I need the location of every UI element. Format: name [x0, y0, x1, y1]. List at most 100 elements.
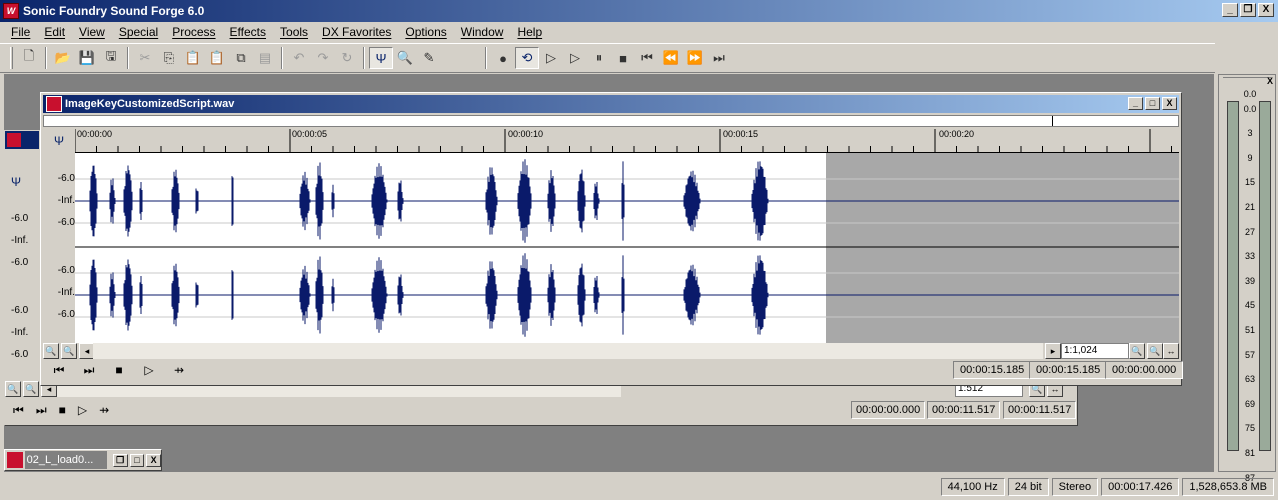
minimized-data-window[interactable]: 02_L_load0... ❐ □ X [4, 449, 162, 471]
loop-playback-icon[interactable]: ⟲ [515, 47, 539, 69]
back-play-icon[interactable]: ▷ [78, 403, 87, 418]
back-selection-start[interactable]: 00:00:00.000 [851, 401, 926, 419]
db-label: -Inf. [11, 327, 29, 338]
trim-crop-icon[interactable]: ▤ [253, 47, 277, 69]
play-icon[interactable]: ▷ [563, 47, 587, 69]
back-zoom-in-button[interactable]: 🔍 [5, 381, 21, 397]
rewind-icon[interactable]: ⏪ [659, 47, 683, 69]
front-play-icon[interactable]: ▷ [139, 363, 159, 381]
minimized-maximize-button[interactable]: □ [129, 453, 145, 467]
app-restore-button[interactable]: ❐ [1240, 3, 1256, 17]
status-length[interactable]: 00:00:17.426 [1101, 478, 1180, 496]
save-icon[interactable]: 💾 [75, 47, 99, 69]
app-minimize-button[interactable]: _ [1222, 3, 1238, 17]
front-zoom-out-time-button[interactable]: 🔍 [1147, 343, 1163, 359]
menu-help[interactable]: Help [510, 25, 549, 39]
meter-label: 3 [1247, 128, 1253, 139]
status-channels[interactable]: Stereo [1051, 478, 1099, 496]
front-selection-length[interactable]: 00:00:00.000 [1105, 361, 1184, 379]
play-all-icon[interactable]: ▷ [539, 47, 563, 69]
menu-effects[interactable]: Effects [223, 25, 273, 39]
toolbar-separator [281, 47, 283, 69]
status-sample-rate[interactable]: 44,100 Hz [940, 478, 1005, 496]
front-close-button[interactable]: X [1162, 97, 1177, 110]
pause-icon[interactable]: ⏸ [587, 47, 611, 69]
mix-paste-icon[interactable]: 📋 [205, 47, 229, 69]
front-data-window[interactable]: ImageKeyCustomizedScript.wav _ □ X Ψ 00:… [40, 92, 1184, 386]
back-zoom-out-button[interactable]: 🔍 [23, 381, 39, 397]
pencil-tool-icon[interactable]: ✎ [417, 47, 441, 69]
left-channel-meter [1227, 101, 1239, 451]
back-play-as-sample-icon[interactable]: ⇸ [99, 403, 109, 418]
app-close-button[interactable]: X [1258, 3, 1274, 17]
paste-icon[interactable]: 📋 [181, 47, 205, 69]
minimized-window-title[interactable]: 02_L_load0... [24, 451, 107, 469]
menu-special[interactable]: Special [112, 25, 165, 39]
front-maximize-button[interactable]: □ [1145, 97, 1160, 110]
db-label: -6.0 [11, 213, 29, 224]
front-selection-end[interactable]: 00:00:15.185 [1029, 361, 1108, 379]
front-horizontal-scrollbar[interactable] [93, 343, 1043, 359]
front-stop-icon[interactable]: ■ [109, 363, 129, 381]
menu-view[interactable]: View [72, 25, 112, 39]
back-go-to-end-icon[interactable]: ⏭ [36, 403, 47, 418]
menu-dx-favorites[interactable]: DX Favorites [315, 25, 398, 39]
front-zoom-ratio[interactable]: 1:1,024 [1061, 343, 1129, 359]
menu-tools[interactable]: Tools [273, 25, 315, 39]
status-bit-depth[interactable]: 24 bit [1007, 478, 1049, 496]
ruler-ticks [75, 129, 1172, 152]
stop-icon[interactable]: ■ [611, 47, 635, 69]
front-zoom-out-level-button[interactable]: 🔍 [61, 343, 77, 359]
front-window-title-bar[interactable]: ImageKeyCustomizedScript.wav _ □ X [43, 95, 1179, 113]
go-to-start-icon[interactable]: ⏮ [635, 47, 659, 69]
front-play-as-sample-icon[interactable]: ⇸ [169, 363, 189, 381]
menu-process[interactable]: Process [165, 25, 222, 39]
cut-icon[interactable]: ✂ [133, 47, 157, 69]
front-minimize-button[interactable]: _ [1128, 97, 1143, 110]
back-go-to-start-icon[interactable]: ⏮ [13, 403, 24, 418]
front-scroll-right-button[interactable]: ▸ [1045, 343, 1061, 359]
menu-window[interactable]: Window [454, 25, 511, 39]
back-stop-icon[interactable]: ■ [59, 403, 66, 418]
redo-icon[interactable]: ↷ [311, 47, 335, 69]
overview-bar[interactable] [43, 115, 1179, 127]
paste-new-icon[interactable]: ⧉ [229, 47, 253, 69]
go-to-end-icon[interactable]: ⏭ [707, 47, 731, 69]
front-zoom-in-time-button[interactable]: 🔍 [1129, 343, 1145, 359]
back-selection-length[interactable]: 00:00:11.517 [1003, 401, 1077, 419]
toolbar-grip[interactable] [10, 47, 13, 69]
forward-icon[interactable]: ⏩ [683, 47, 707, 69]
back-edit-tool-icon[interactable]: Ψ [11, 175, 21, 189]
sound-forge-logo-icon[interactable]: W [3, 3, 19, 19]
back-selection-end[interactable]: 00:00:11.517 [927, 401, 1001, 419]
front-scroll-area: 🔍 🔍 ◂ ▸ 1:1,024 🔍 🔍 ↔ [43, 343, 1179, 359]
undo-icon[interactable]: ↶ [287, 47, 311, 69]
minimized-restore-button[interactable]: ❐ [112, 453, 128, 467]
front-zoom-in-level-button[interactable]: 🔍 [43, 343, 59, 359]
back-window-title-bar[interactable] [5, 131, 39, 149]
status-disk-space[interactable]: 1,528,653.8 MB [1182, 478, 1274, 496]
front-selection-start[interactable]: 00:00:15.185 [953, 361, 1032, 379]
meter-close-button[interactable]: X [1267, 76, 1273, 86]
front-go-to-end-icon[interactable]: ⏭ [79, 363, 99, 381]
meter-label: 0.0 [1243, 89, 1257, 99]
menu-edit[interactable]: Edit [37, 25, 72, 39]
front-edit-tool-icon[interactable]: Ψ [43, 129, 75, 153]
menu-file[interactable]: File [4, 25, 37, 39]
magnify-tool-icon[interactable]: 🔍 [393, 47, 417, 69]
menu-options[interactable]: Options [398, 25, 453, 39]
waveform-display[interactable] [75, 153, 1179, 343]
open-folder-icon[interactable]: 📂 [51, 47, 75, 69]
copy-icon[interactable]: ⎘ [157, 47, 181, 69]
time-ruler[interactable]: 00:00:00 00:00:05 00:00:10 00:00:15 00:0… [75, 129, 1179, 153]
repeat-icon[interactable]: ↻ [335, 47, 359, 69]
front-zoom-normal-button[interactable]: ↔ [1163, 343, 1179, 359]
new-file-icon[interactable]: 🗋 [17, 47, 41, 69]
edit-tool-icon[interactable]: Ψ [369, 47, 393, 69]
front-go-to-start-icon[interactable]: ⏮ [49, 363, 69, 381]
meter-label: 0.0 [1243, 103, 1257, 114]
minimized-close-button[interactable]: X [146, 453, 162, 467]
record-icon[interactable]: ● [491, 47, 515, 69]
save-as-icon[interactable]: 🖫 [99, 47, 123, 69]
meter-label: 63 [1244, 374, 1255, 385]
